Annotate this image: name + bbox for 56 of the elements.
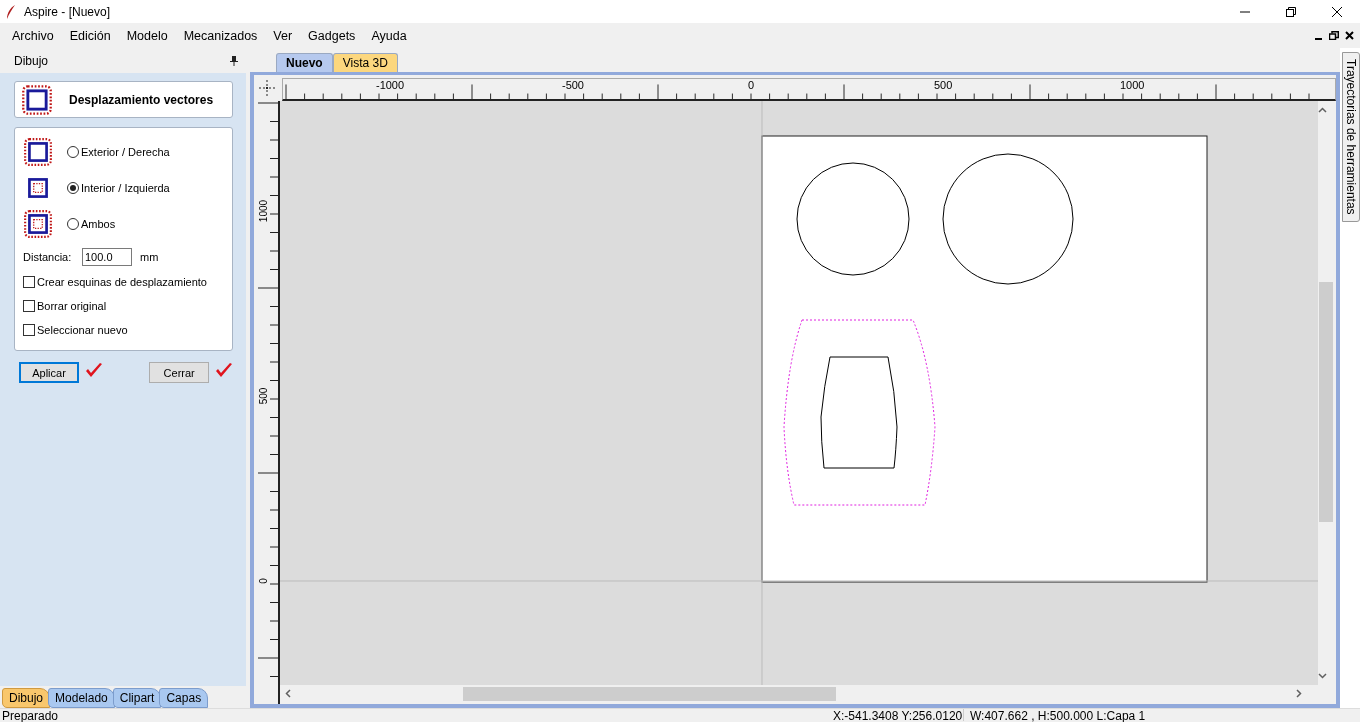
radio-option[interactable]: Ambos bbox=[67, 218, 116, 230]
tool-title: Desplazamiento vectores bbox=[69, 92, 214, 107]
checkbox[interactable]: Seleccionar nuevo bbox=[23, 318, 224, 342]
action-button[interactable]: Cerrar bbox=[149, 362, 209, 383]
menu-item[interactable]: Ayuda bbox=[363, 28, 415, 43]
status-message: Preparado bbox=[1, 709, 60, 721]
menu-item[interactable]: Archivo bbox=[4, 28, 62, 43]
window-title: Aspire - [Nuevo] bbox=[24, 4, 112, 19]
quill-icon bbox=[6, 4, 16, 19]
panel-title: Dibujo bbox=[14, 53, 49, 68]
panel-tab[interactable]: Dibujo bbox=[2, 688, 51, 708]
panel-tab[interactable]: Modelado bbox=[48, 688, 115, 708]
close-icon[interactable] bbox=[1332, 6, 1342, 17]
scrollbar-thumb[interactable] bbox=[1319, 282, 1333, 522]
distance-label: Distancia: bbox=[23, 251, 73, 263]
ruler-label: 1000 bbox=[258, 199, 269, 223]
restore-icon[interactable] bbox=[1286, 6, 1296, 17]
panel-tab[interactable]: Clipart bbox=[112, 688, 162, 708]
restore-icon[interactable] bbox=[1329, 31, 1339, 40]
side-tab[interactable]: Trayectorias de herramientas bbox=[1342, 52, 1360, 222]
ruler-label: -500 bbox=[562, 79, 584, 91]
check-mark-icon bbox=[85, 363, 103, 379]
crosshair-icon[interactable] bbox=[259, 80, 275, 96]
radio-option[interactable]: Exterior / Derecha bbox=[67, 146, 170, 158]
offset-vector[interactable] bbox=[783, 319, 936, 506]
document-tab[interactable]: Nuevo bbox=[276, 53, 333, 72]
ruler-label: 0 bbox=[748, 79, 755, 91]
selection-info: W:407.662 , H:500.000 L:Capa 1 bbox=[969, 709, 1147, 721]
offset-icon bbox=[23, 209, 53, 239]
menu-item[interactable]: Gadgets bbox=[300, 28, 364, 43]
ruler-label: -1000 bbox=[376, 79, 405, 91]
pin-icon[interactable] bbox=[230, 55, 238, 66]
ruler-label: 500 bbox=[258, 387, 269, 405]
menu-item[interactable]: Edición bbox=[61, 28, 119, 43]
checkbox[interactable]: Crear esquinas de desplazamiento bbox=[23, 270, 224, 294]
menu-item[interactable]: Modelo bbox=[118, 28, 176, 43]
scrollbar-thumb[interactable] bbox=[463, 686, 836, 701]
ruler-label: 500 bbox=[934, 79, 953, 91]
document-tab[interactable]: Vista 3D bbox=[332, 53, 398, 72]
unit-label: mm bbox=[140, 251, 159, 263]
action-button[interactable]: Aplicar bbox=[19, 362, 79, 383]
shape-vector[interactable] bbox=[820, 356, 898, 469]
close-icon[interactable] bbox=[1345, 31, 1354, 40]
menu-item[interactable]: Ver bbox=[265, 28, 301, 43]
menu-item[interactable]: Mecanizados bbox=[175, 28, 266, 43]
ruler-label: 1000 bbox=[1120, 79, 1145, 91]
check-mark-icon bbox=[215, 363, 233, 379]
panel-tab[interactable]: Capas bbox=[159, 688, 209, 708]
circle-vector[interactable] bbox=[942, 153, 1074, 285]
cursor-coordinates: X:-541.3408 Y:256.0120 bbox=[833, 709, 964, 721]
ruler-label: 0 bbox=[258, 578, 269, 584]
radio-option[interactable]: Interior / Izquierda bbox=[67, 182, 170, 194]
circle-vector[interactable] bbox=[796, 162, 910, 276]
checkbox[interactable]: Borrar original bbox=[23, 294, 224, 318]
offset-icon bbox=[23, 137, 53, 167]
distance-field[interactable]: 100.0 bbox=[82, 248, 132, 266]
